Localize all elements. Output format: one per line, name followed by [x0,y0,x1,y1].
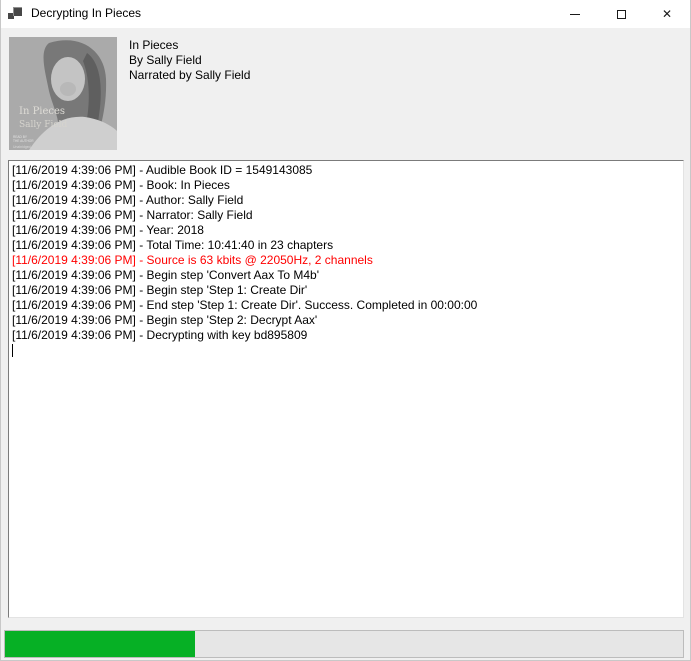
cover-author-text: Sally Field [19,120,68,130]
cover-title-text: In Pieces [19,106,65,117]
close-button[interactable]: ✕ [644,0,690,28]
log-line: [11/6/2019 4:39:06 PM] - Book: In Pieces [12,178,680,193]
progress-fill [5,631,195,657]
log-line: [11/6/2019 4:39:06 PM] - Source is 63 kb… [12,253,680,268]
log-line: [11/6/2019 4:39:06 PM] - Begin step 'Con… [12,268,680,283]
cover-badge-line2: THE AUTHOR [13,139,34,143]
book-narrator: Narrated by Sally Field [129,68,250,83]
app-icon [8,6,24,22]
log-output[interactable]: [11/6/2019 4:39:06 PM] - Audible Book ID… [8,160,684,618]
book-cover-image: In Pieces Sally Field READ BY THE AUTHOR… [9,37,117,150]
text-caret [12,344,13,357]
book-author: By Sally Field [129,53,250,68]
close-icon: ✕ [662,8,672,20]
log-line: [11/6/2019 4:39:06 PM] - Total Time: 10:… [12,238,680,253]
log-line: [11/6/2019 4:39:06 PM] - Audible Book ID… [12,163,680,178]
app-icon-square-large [13,7,22,16]
app-window: Decrypting In Pieces ✕ In Pieces Sally F… [0,0,691,661]
log-line: [11/6/2019 4:39:06 PM] - End step 'Step … [12,298,680,313]
log-line: [11/6/2019 4:39:06 PM] - Begin step 'Ste… [12,313,680,328]
minimize-button[interactable] [552,0,598,28]
maximize-button[interactable] [598,0,644,28]
title-bar[interactable]: Decrypting In Pieces ✕ [1,0,690,28]
log-line: [11/6/2019 4:39:06 PM] - Narrator: Sally… [12,208,680,223]
log-line: [11/6/2019 4:39:06 PM] - Year: 2018 [12,223,680,238]
log-line: [11/6/2019 4:39:06 PM] - Begin step 'Ste… [12,283,680,298]
progress-bar [4,630,684,658]
log-line: [11/6/2019 4:39:06 PM] - Decrypting with… [12,328,680,343]
window-title: Decrypting In Pieces [31,6,141,20]
book-info: In Pieces By Sally Field Narrated by Sal… [129,38,250,83]
cover-chin-shade [60,82,76,96]
cover-badge-line3: Unabridged [13,145,31,149]
caret-line [12,343,680,358]
minimize-icon [570,14,580,15]
caption-buttons: ✕ [552,0,690,28]
log-line: [11/6/2019 4:39:06 PM] - Author: Sally F… [12,193,680,208]
book-title: In Pieces [129,38,250,53]
maximize-icon [617,10,626,19]
